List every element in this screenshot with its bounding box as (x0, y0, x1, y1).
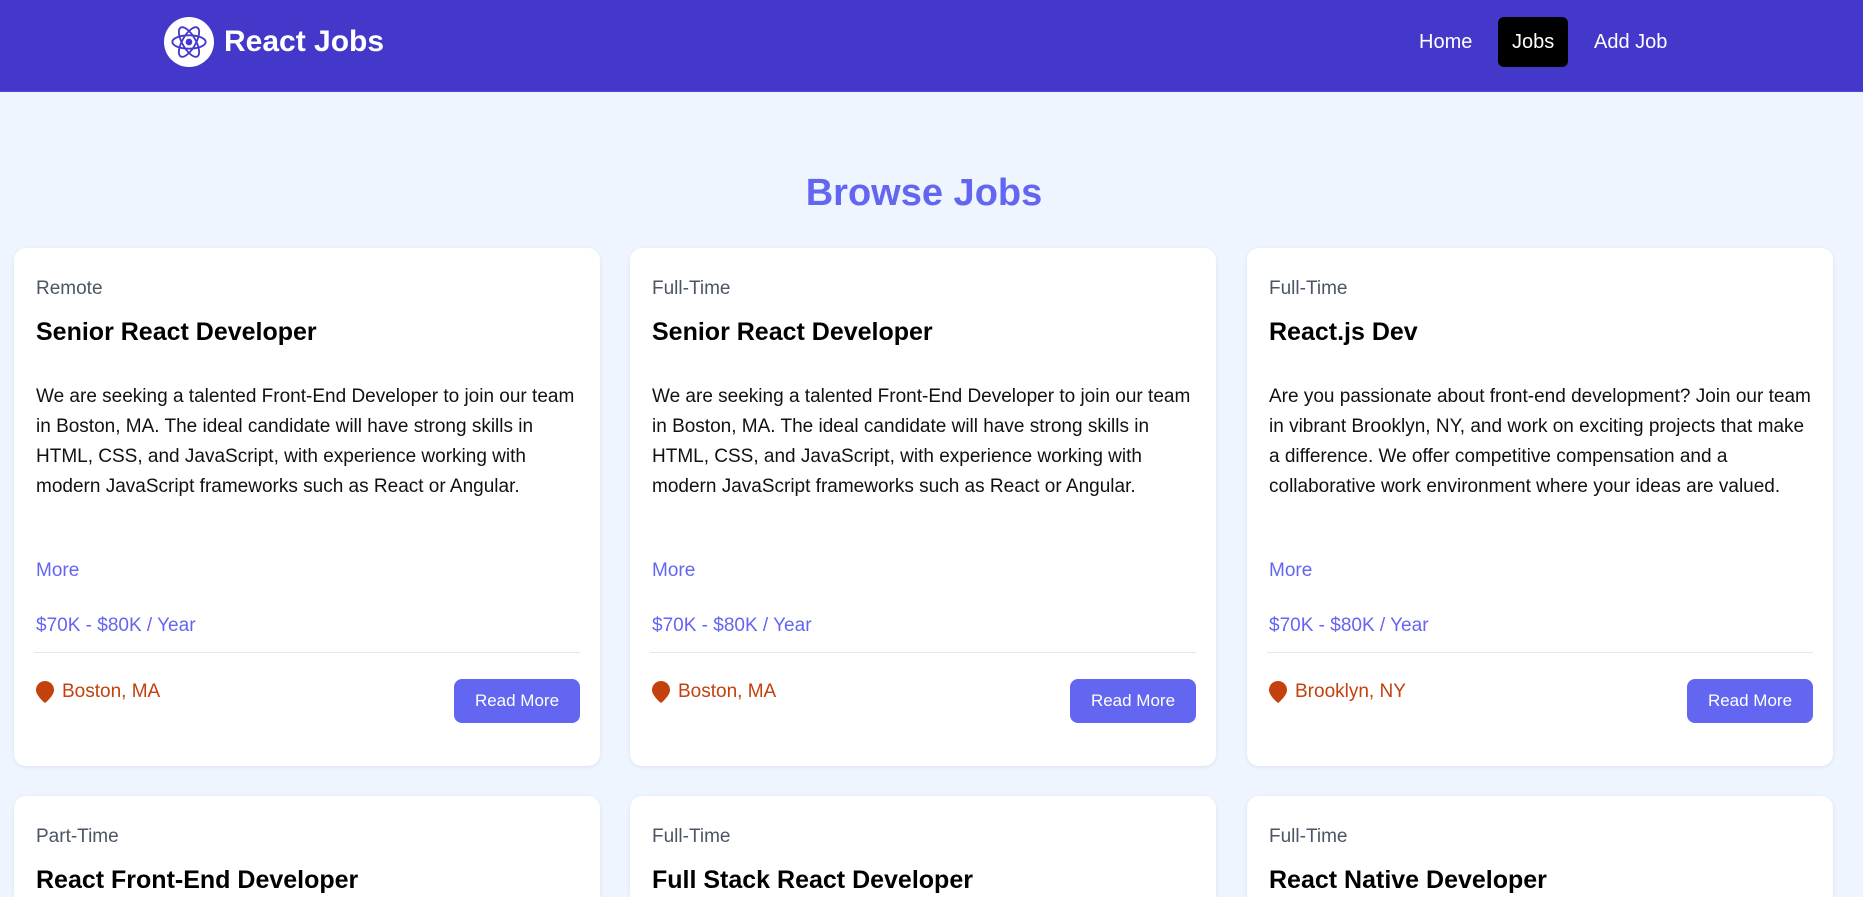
job-location: Brooklyn, NY (1269, 681, 1406, 703)
nav-add-job-link[interactable]: Add Job (1580, 17, 1681, 67)
card-divider (1267, 652, 1813, 653)
job-type: Full-Time (1269, 826, 1348, 847)
page-title: Browse Jobs (805, 172, 1043, 214)
job-location: Boston, MA (652, 681, 776, 703)
more-link[interactable]: More (36, 560, 79, 582)
map-marker-icon (652, 681, 670, 703)
job-card: Full-Time React Native Developer (1247, 796, 1833, 897)
job-title: React Front-End Developer (36, 866, 359, 894)
job-title: React.js Dev (1269, 318, 1418, 346)
card-divider (34, 652, 580, 653)
job-description: We are seeking a talented Front-End Deve… (652, 386, 1191, 497)
job-card: Part-Time React Front-End Developer (14, 796, 600, 897)
job-description: We are seeking a talented Front-End Deve… (36, 386, 575, 497)
job-title: Senior React Developer (36, 318, 317, 346)
job-card: Full-Time Full Stack React Developer (630, 796, 1216, 897)
read-more-button[interactable]: Read More (1070, 679, 1196, 723)
nav-home-link[interactable]: Home (1405, 17, 1486, 67)
job-type: Full-Time (652, 278, 731, 299)
job-description: Are you passionate about front-end devel… (1269, 386, 1811, 497)
brand-name: React Jobs (224, 25, 385, 58)
more-link[interactable]: More (652, 560, 695, 582)
job-card: Remote Senior React Developer We are see… (14, 248, 600, 766)
job-type: Part-Time (36, 826, 119, 847)
job-salary: $70K - $80K / Year (36, 615, 196, 636)
job-location-text: Boston, MA (62, 681, 161, 702)
job-type: Full-Time (1269, 278, 1348, 299)
brand-link[interactable]: React Jobs (164, 17, 384, 67)
map-marker-icon (1269, 681, 1287, 703)
job-title: React Native Developer (1269, 866, 1547, 894)
job-salary: $70K - $80K / Year (1269, 615, 1429, 636)
job-title: Senior React Developer (652, 318, 933, 346)
nav-jobs-link[interactable]: Jobs (1498, 17, 1569, 67)
job-card: Full-Time Senior React Developer We are … (630, 248, 1216, 766)
read-more-button[interactable]: Read More (1687, 679, 1813, 723)
job-type: Full-Time (652, 826, 731, 847)
navbar: React Jobs Home Jobs Add Job (0, 0, 1863, 92)
read-more-button[interactable]: Read More (454, 679, 580, 723)
react-atom-icon (164, 17, 214, 67)
job-salary: $70K - $80K / Year (652, 615, 812, 636)
job-title: Full Stack React Developer (652, 866, 973, 894)
card-divider (650, 652, 1196, 653)
more-link[interactable]: More (1269, 560, 1312, 582)
job-location-text: Brooklyn, NY (1295, 681, 1406, 702)
job-location: Boston, MA (36, 681, 160, 703)
job-type: Remote (36, 278, 103, 299)
job-location-text: Boston, MA (678, 681, 777, 702)
job-card: Full-Time React.js Dev Are you passionat… (1247, 248, 1833, 766)
map-marker-icon (36, 681, 54, 703)
